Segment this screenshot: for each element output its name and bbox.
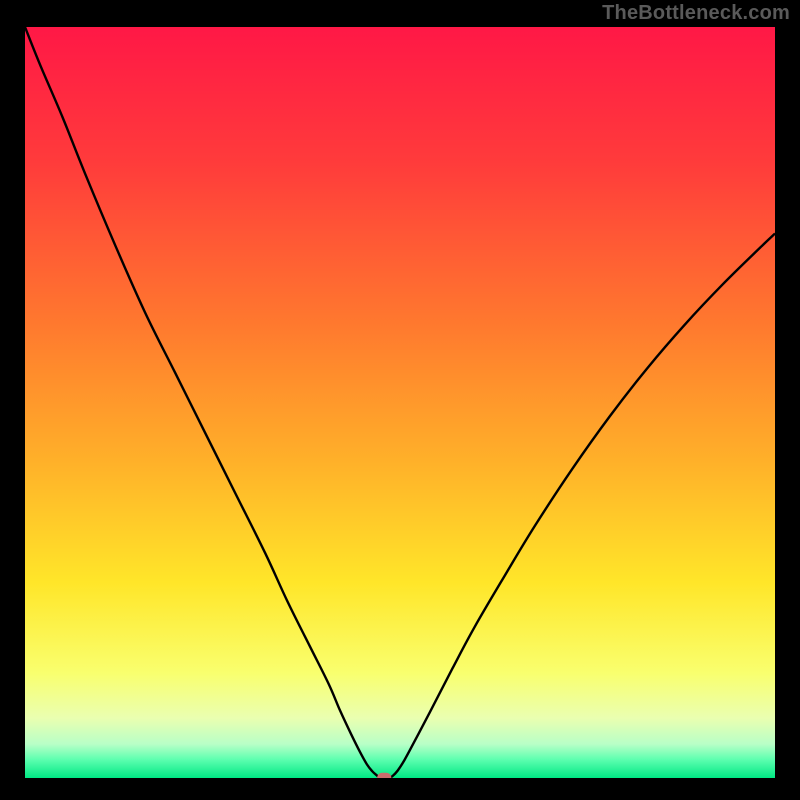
plot-background [25,27,775,778]
plot-svg [0,0,800,800]
figure: TheBottleneck.com [0,0,800,800]
minimum-marker [377,773,391,784]
